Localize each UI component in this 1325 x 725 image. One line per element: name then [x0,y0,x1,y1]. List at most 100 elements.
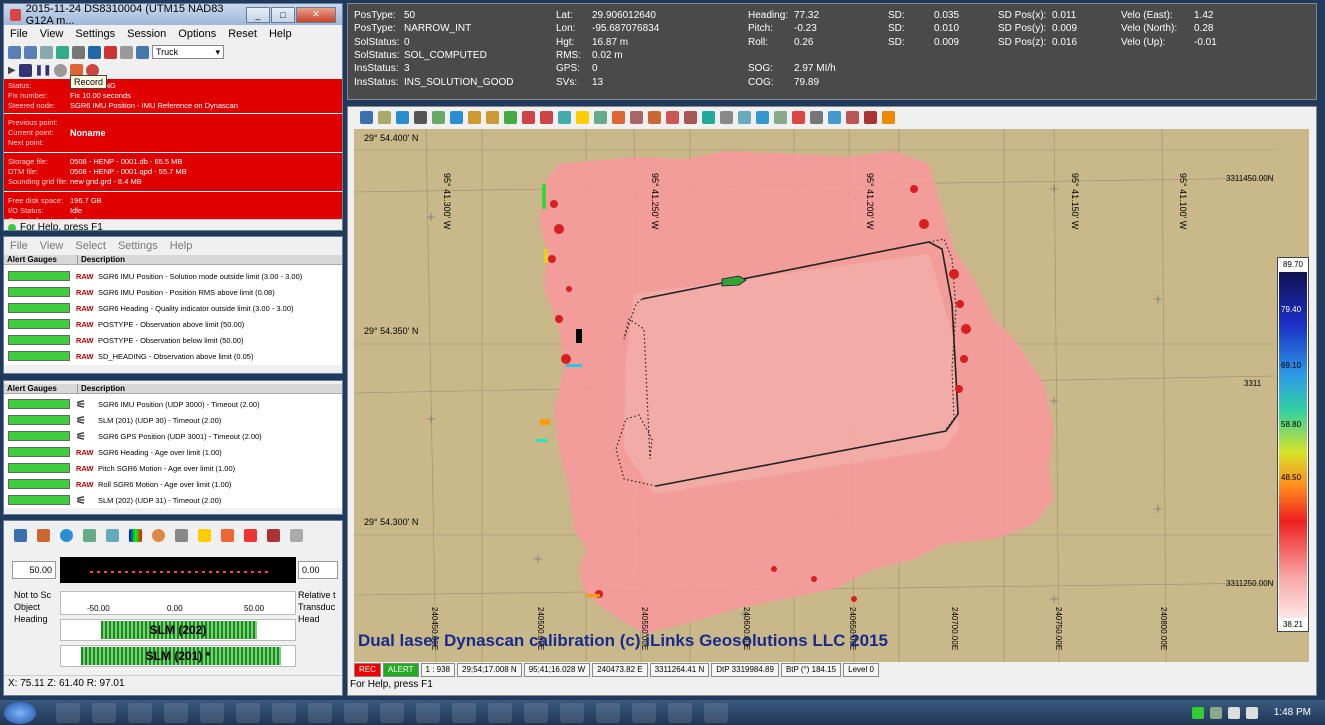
print-icon[interactable] [72,45,85,59]
alert-row[interactable]: ⚟ SGR6 GPS Position (UDP 3001) - Timeout … [4,428,342,444]
query-icon[interactable] [120,45,133,59]
alert-row[interactable]: RAW Pitch SGR6 Motion - Age over limit (1… [4,460,342,476]
clock-icon[interactable] [488,702,512,723]
layers-icon[interactable] [594,110,607,124]
wifi-icon[interactable] [1227,706,1240,719]
col-description[interactable]: Description [78,255,125,264]
app-icon[interactable] [668,702,692,723]
sensor-bar-slm-201[interactable]: SLM (201) * [60,645,296,667]
measure-icon[interactable] [432,110,445,124]
auto-icon[interactable] [221,528,234,542]
alert-row[interactable]: RAW POSTYPE - Observation above limit (50… [4,316,342,332]
tide-icon[interactable] [828,110,841,124]
globe-icon[interactable] [56,45,69,59]
zoom-in-icon[interactable] [468,110,481,124]
flag-icon[interactable] [882,110,895,124]
pencil-icon[interactable] [666,110,679,124]
route-icon[interactable] [612,110,625,124]
alert-row[interactable]: RAW SGR6 IMU Position - Position RMS abov… [4,284,342,300]
sensor-bar-slm-202[interactable]: SLM (202) [60,619,296,641]
menu-options[interactable]: Options [178,28,216,40]
media-icon[interactable] [92,702,116,723]
zoom-out-icon[interactable] [540,110,553,124]
chrome-icon[interactable] [344,702,368,723]
image-icon[interactable] [774,110,787,124]
stop-icon[interactable] [18,63,32,77]
select-icon[interactable] [504,110,517,124]
menu-session[interactable]: Session [127,28,166,40]
arrow-icon[interactable] [414,110,427,124]
map-canvas[interactable]: 29° 54.400' N 29° 54.350' N 29° 54.300' … [354,129,1309,662]
pause-icon[interactable]: ❚❚ [35,65,52,76]
skype-icon[interactable] [380,702,404,723]
alert-row[interactable]: RAW POSTYPE - Observation below limit (50… [4,332,342,348]
alert-row[interactable]: RAW SGR6 Heading - Age over limit (1.00) [4,444,342,460]
volume-icon[interactable] [1245,706,1258,719]
app-icon[interactable] [632,702,656,723]
globe-icon[interactable] [396,110,409,124]
app-icon[interactable] [524,702,548,723]
tray-icon[interactable] [1209,706,1222,719]
target-icon[interactable] [864,110,877,124]
menu-select[interactable]: Select [75,240,106,252]
grid-icon[interactable] [83,528,96,542]
brush-icon[interactable] [37,528,50,542]
alert-row[interactable]: RAW SGR6 Heading - Quality indicator outs… [4,300,342,316]
close-button[interactable]: ✕ [296,6,336,23]
save-icon[interactable] [24,45,37,59]
star-icon[interactable] [576,110,589,124]
menu-help[interactable]: Help [170,240,193,252]
alert-row[interactable]: RAW SD_HEADING - Observation above limit … [4,348,342,364]
record-icon[interactable] [54,63,68,77]
erase-icon[interactable] [684,110,697,124]
refresh-icon[interactable] [450,110,463,124]
zoom-in-icon[interactable] [522,110,535,124]
point-icon[interactable] [558,110,571,124]
pan-icon[interactable] [378,110,391,124]
open-icon[interactable] [8,45,21,59]
status-window-titlebar[interactable]: 2015-11-24 DS8310004 (UTM15 NAD83 G12A m… [4,4,342,27]
colormap-icon[interactable] [129,528,142,542]
col-gauges[interactable]: Alert Gauges [4,255,78,264]
checklist-icon[interactable] [14,528,27,542]
explorer-icon[interactable] [56,702,80,723]
profile-plot[interactable] [60,557,296,583]
right-range-value[interactable]: 0.00 [298,561,338,579]
zoom-out-icon[interactable] [486,110,499,124]
info-icon[interactable] [104,45,117,59]
vehicle-select[interactable]: Truck ▾ [152,45,224,59]
ruler-icon[interactable] [630,110,643,124]
kp-icon[interactable] [267,528,280,542]
play-icon[interactable]: ▶ [8,65,16,76]
app-icon[interactable] [200,702,224,723]
alert-row[interactable]: ⚟ SLM (201) (UDP 30) - Timeout (2.00) [4,412,342,428]
measure-icon[interactable] [175,528,188,542]
alert-indicator[interactable]: ALERT [382,663,419,677]
app-icon[interactable] [128,702,152,723]
maximize-button[interactable]: □ [271,6,295,23]
rec-indicator[interactable]: REC [354,663,381,677]
brush-icon[interactable] [648,110,661,124]
app-icon[interactable] [560,702,584,723]
settings-icon[interactable] [40,45,53,59]
left-range-value[interactable]: 50.00 [12,561,56,579]
app-icon[interactable] [704,702,728,723]
refresh-icon[interactable] [60,528,73,542]
col-gauges[interactable]: Alert Gauges [4,384,78,393]
menu-help[interactable]: Help [269,28,292,40]
clock-text[interactable]: 1:48 PM [1274,707,1311,718]
menu-view[interactable]: View [40,240,64,252]
grid-icon[interactable] [738,110,751,124]
chart-icon[interactable] [756,110,769,124]
menu-view[interactable]: View [40,28,64,40]
menu-settings[interactable]: Settings [118,240,158,252]
tools-icon[interactable] [244,528,257,542]
flag-icon[interactable] [198,528,211,542]
help-icon[interactable] [88,45,101,59]
tray-icon[interactable] [1191,706,1204,719]
alert-row[interactable]: ⚟ SGR6 IMU Position (UDP 3000) - Timeout … [4,396,342,412]
minimize-button[interactable]: _ [246,6,270,23]
menu-file[interactable]: File [10,240,28,252]
menu-settings[interactable]: Settings [75,28,115,40]
colormap-icon[interactable] [702,110,715,124]
